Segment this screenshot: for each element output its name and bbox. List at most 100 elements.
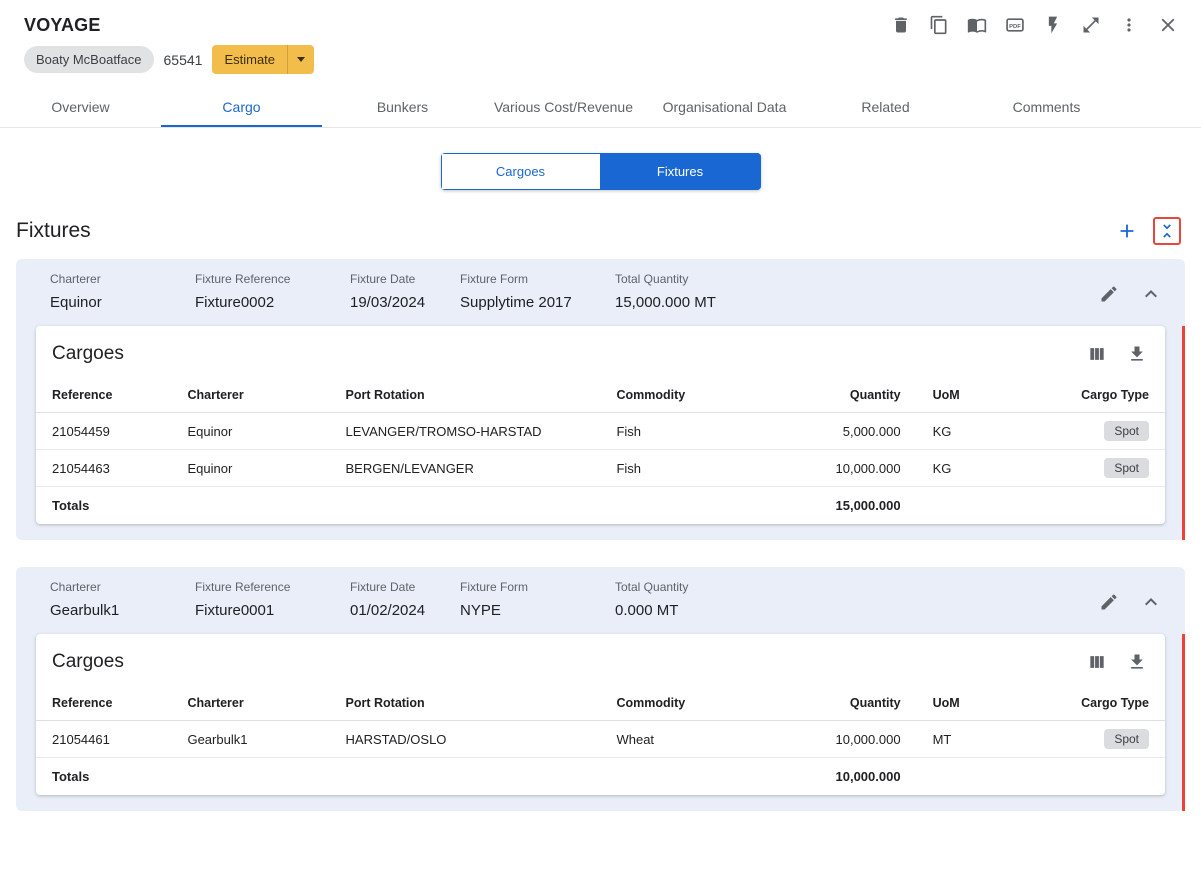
cargo-row[interactable]: 21054459 Equinor LEVANGER/TROMSO-HARSTAD… — [36, 412, 1165, 450]
fixture-field-label: Fixture Date — [350, 272, 416, 286]
column-header-uom: UoM — [916, 378, 1007, 413]
fixture-field-label: Fixture Date — [350, 580, 416, 594]
tab-comments[interactable]: Comments — [966, 86, 1127, 127]
voyage-header: VOYAGE PDF Boaty McBoatface 65541 Estima… — [0, 0, 1201, 86]
fixture-field-label: Fixture Reference — [195, 580, 291, 594]
column-header-port-rotation: Port Rotation — [329, 686, 601, 721]
cell-commodity: Fish — [600, 412, 804, 450]
toggle-fixtures[interactable]: Fixtures — [600, 153, 761, 190]
fixture-field-value: NYPE — [460, 602, 501, 619]
fixture-field-value: 15,000.000 MT — [615, 294, 716, 311]
unfold-less-icon — [1163, 224, 1171, 238]
fixture-field-total-quantity: Total Quantity 15,000.000 MT — [615, 272, 1099, 311]
columns-icon[interactable] — [1087, 344, 1107, 364]
fixture-field-fixture-form: Fixture Form NYPE — [460, 580, 615, 619]
column-header-charterer: Charterer — [171, 378, 330, 413]
totals-quantity: 10,000.000 — [835, 769, 901, 784]
fixture-card-body: Cargoes Reference Charterer Port Rotation C… — [16, 326, 1185, 540]
fixture-card-header: Charterer Gearbulk1 Fixture Reference Fi… — [16, 567, 1185, 634]
book-icon[interactable] — [967, 15, 987, 35]
view-toggle: Cargoes Fixtures — [0, 153, 1201, 190]
cell-commodity: Fish — [600, 449, 804, 487]
cargo-type-badge: Spot — [1104, 458, 1149, 478]
tab-related[interactable]: Related — [805, 86, 966, 127]
column-header-charterer: Charterer — [171, 686, 330, 721]
fixture-field-label: Total Quantity — [615, 272, 689, 286]
edit-fixture-icon[interactable] — [1099, 284, 1119, 304]
fixture-field-value: Fixture0002 — [195, 294, 275, 311]
totals-row: Totals 10,000.000 — [36, 758, 1165, 796]
tab-overview[interactable]: Overview — [0, 86, 161, 127]
fixture-card: Charterer Equinor Fixture Reference Fixt… — [16, 259, 1185, 540]
estimate-label: Estimate — [212, 45, 289, 74]
column-header-port-rotation: Port Rotation — [329, 378, 601, 413]
cargoes-table: Reference Charterer Port Rotation Commodity… — [36, 686, 1165, 795]
cargoes-title: Cargoes — [52, 343, 124, 364]
fixture-field-value: Equinor — [50, 294, 102, 311]
bolt-icon[interactable] — [1043, 15, 1063, 35]
download-icon[interactable] — [1127, 344, 1147, 364]
expand-icon[interactable] — [1081, 15, 1101, 35]
cell-reference: 21054461 — [36, 720, 172, 758]
add-fixture-button[interactable] — [1116, 220, 1138, 242]
tab-bunkers[interactable]: Bunkers — [322, 86, 483, 127]
fixture-field-fixture-date: Fixture Date 01/02/2024 — [350, 580, 460, 619]
column-header-commodity: Commodity — [600, 686, 804, 721]
table-header-row: Reference Charterer Port Rotation Commodity… — [36, 686, 1165, 721]
cargoes-card: Cargoes Reference Charterer Port Rotation C… — [36, 634, 1165, 795]
more-options-icon[interactable] — [1119, 15, 1139, 35]
totals-quantity: 15,000.000 — [835, 498, 901, 513]
fixtures-title: Fixtures — [16, 219, 91, 242]
toggle-cargoes[interactable]: Cargoes — [440, 153, 601, 190]
cell-port-rotation: BERGEN/LEVANGER — [329, 449, 601, 487]
voyage-number: 65541 — [163, 51, 203, 68]
fixtures-section-head: Fixtures — [0, 217, 1201, 245]
cell-reference: 21054459 — [36, 412, 172, 450]
edit-fixture-icon[interactable] — [1099, 592, 1119, 612]
fixture-field-total-quantity: Total Quantity 0.000 MT — [615, 580, 1099, 619]
cell-quantity: 10,000.000 — [803, 720, 917, 758]
cell-charterer: Equinor — [171, 412, 330, 450]
pdf-icon[interactable]: PDF — [1005, 15, 1025, 35]
totals-label: Totals — [52, 769, 90, 784]
close-icon[interactable] — [1157, 14, 1179, 36]
fixture-field-label: Charterer — [50, 580, 101, 594]
tab-various-cost-revenue[interactable]: Various Cost/Revenue — [483, 86, 644, 127]
fixture-field-value: 01/02/2024 — [350, 602, 426, 619]
fixture-field-value: 0.000 MT — [615, 602, 679, 619]
tab-organisational-data[interactable]: Organisational Data — [644, 86, 805, 127]
cell-uom: MT — [916, 720, 1007, 758]
fixture-card: Charterer Gearbulk1 Fixture Reference Fi… — [16, 567, 1185, 811]
fixture-field-label: Charterer — [50, 272, 101, 286]
cell-quantity: 10,000.000 — [803, 449, 917, 487]
fixture-field-fixture-reference: Fixture Reference Fixture0001 — [195, 580, 350, 619]
cargo-type-badge: Spot — [1104, 729, 1149, 749]
cell-uom: KG — [916, 449, 1007, 487]
column-header-quantity: Quantity — [803, 686, 917, 721]
column-header-reference: Reference — [36, 686, 172, 721]
svg-text:PDF: PDF — [1009, 24, 1021, 30]
column-header-commodity: Commodity — [600, 378, 804, 413]
fixture-field-label: Fixture Form — [460, 580, 529, 594]
chevron-up-icon[interactable] — [1139, 282, 1163, 306]
fixture-field-fixture-date: Fixture Date 19/03/2024 — [350, 272, 460, 311]
download-icon[interactable] — [1127, 652, 1147, 672]
chevron-up-icon[interactable] — [1139, 590, 1163, 614]
cargoes-title: Cargoes — [52, 651, 124, 672]
tab-cargo[interactable]: Cargo — [161, 86, 322, 127]
header-action-bar: PDF — [891, 14, 1179, 36]
copy-icon[interactable] — [929, 15, 949, 35]
delete-icon[interactable] — [891, 15, 911, 35]
fixture-card-header: Charterer Equinor Fixture Reference Fixt… — [16, 259, 1185, 326]
cargo-row[interactable]: 21054463 Equinor BERGEN/LEVANGER Fish 10… — [36, 449, 1165, 487]
cargo-row[interactable]: 21054461 Gearbulk1 HARSTAD/OSLO Wheat 10… — [36, 720, 1165, 758]
chevron-down-icon[interactable] — [288, 45, 314, 74]
columns-icon[interactable] — [1087, 652, 1107, 672]
tab-bar: Overview Cargo Bunkers Various Cost/Revenue… — [0, 86, 1201, 128]
cell-reference: 21054463 — [36, 449, 172, 487]
fixture-field-charterer: Charterer Gearbulk1 — [50, 580, 195, 619]
cargoes-card: Cargoes Reference Charterer Port Rotation C… — [36, 326, 1165, 524]
estimate-dropdown-button[interactable]: Estimate — [212, 45, 315, 74]
collapse-all-button[interactable] — [1153, 217, 1181, 245]
fixture-field-label: Fixture Form — [460, 272, 529, 286]
